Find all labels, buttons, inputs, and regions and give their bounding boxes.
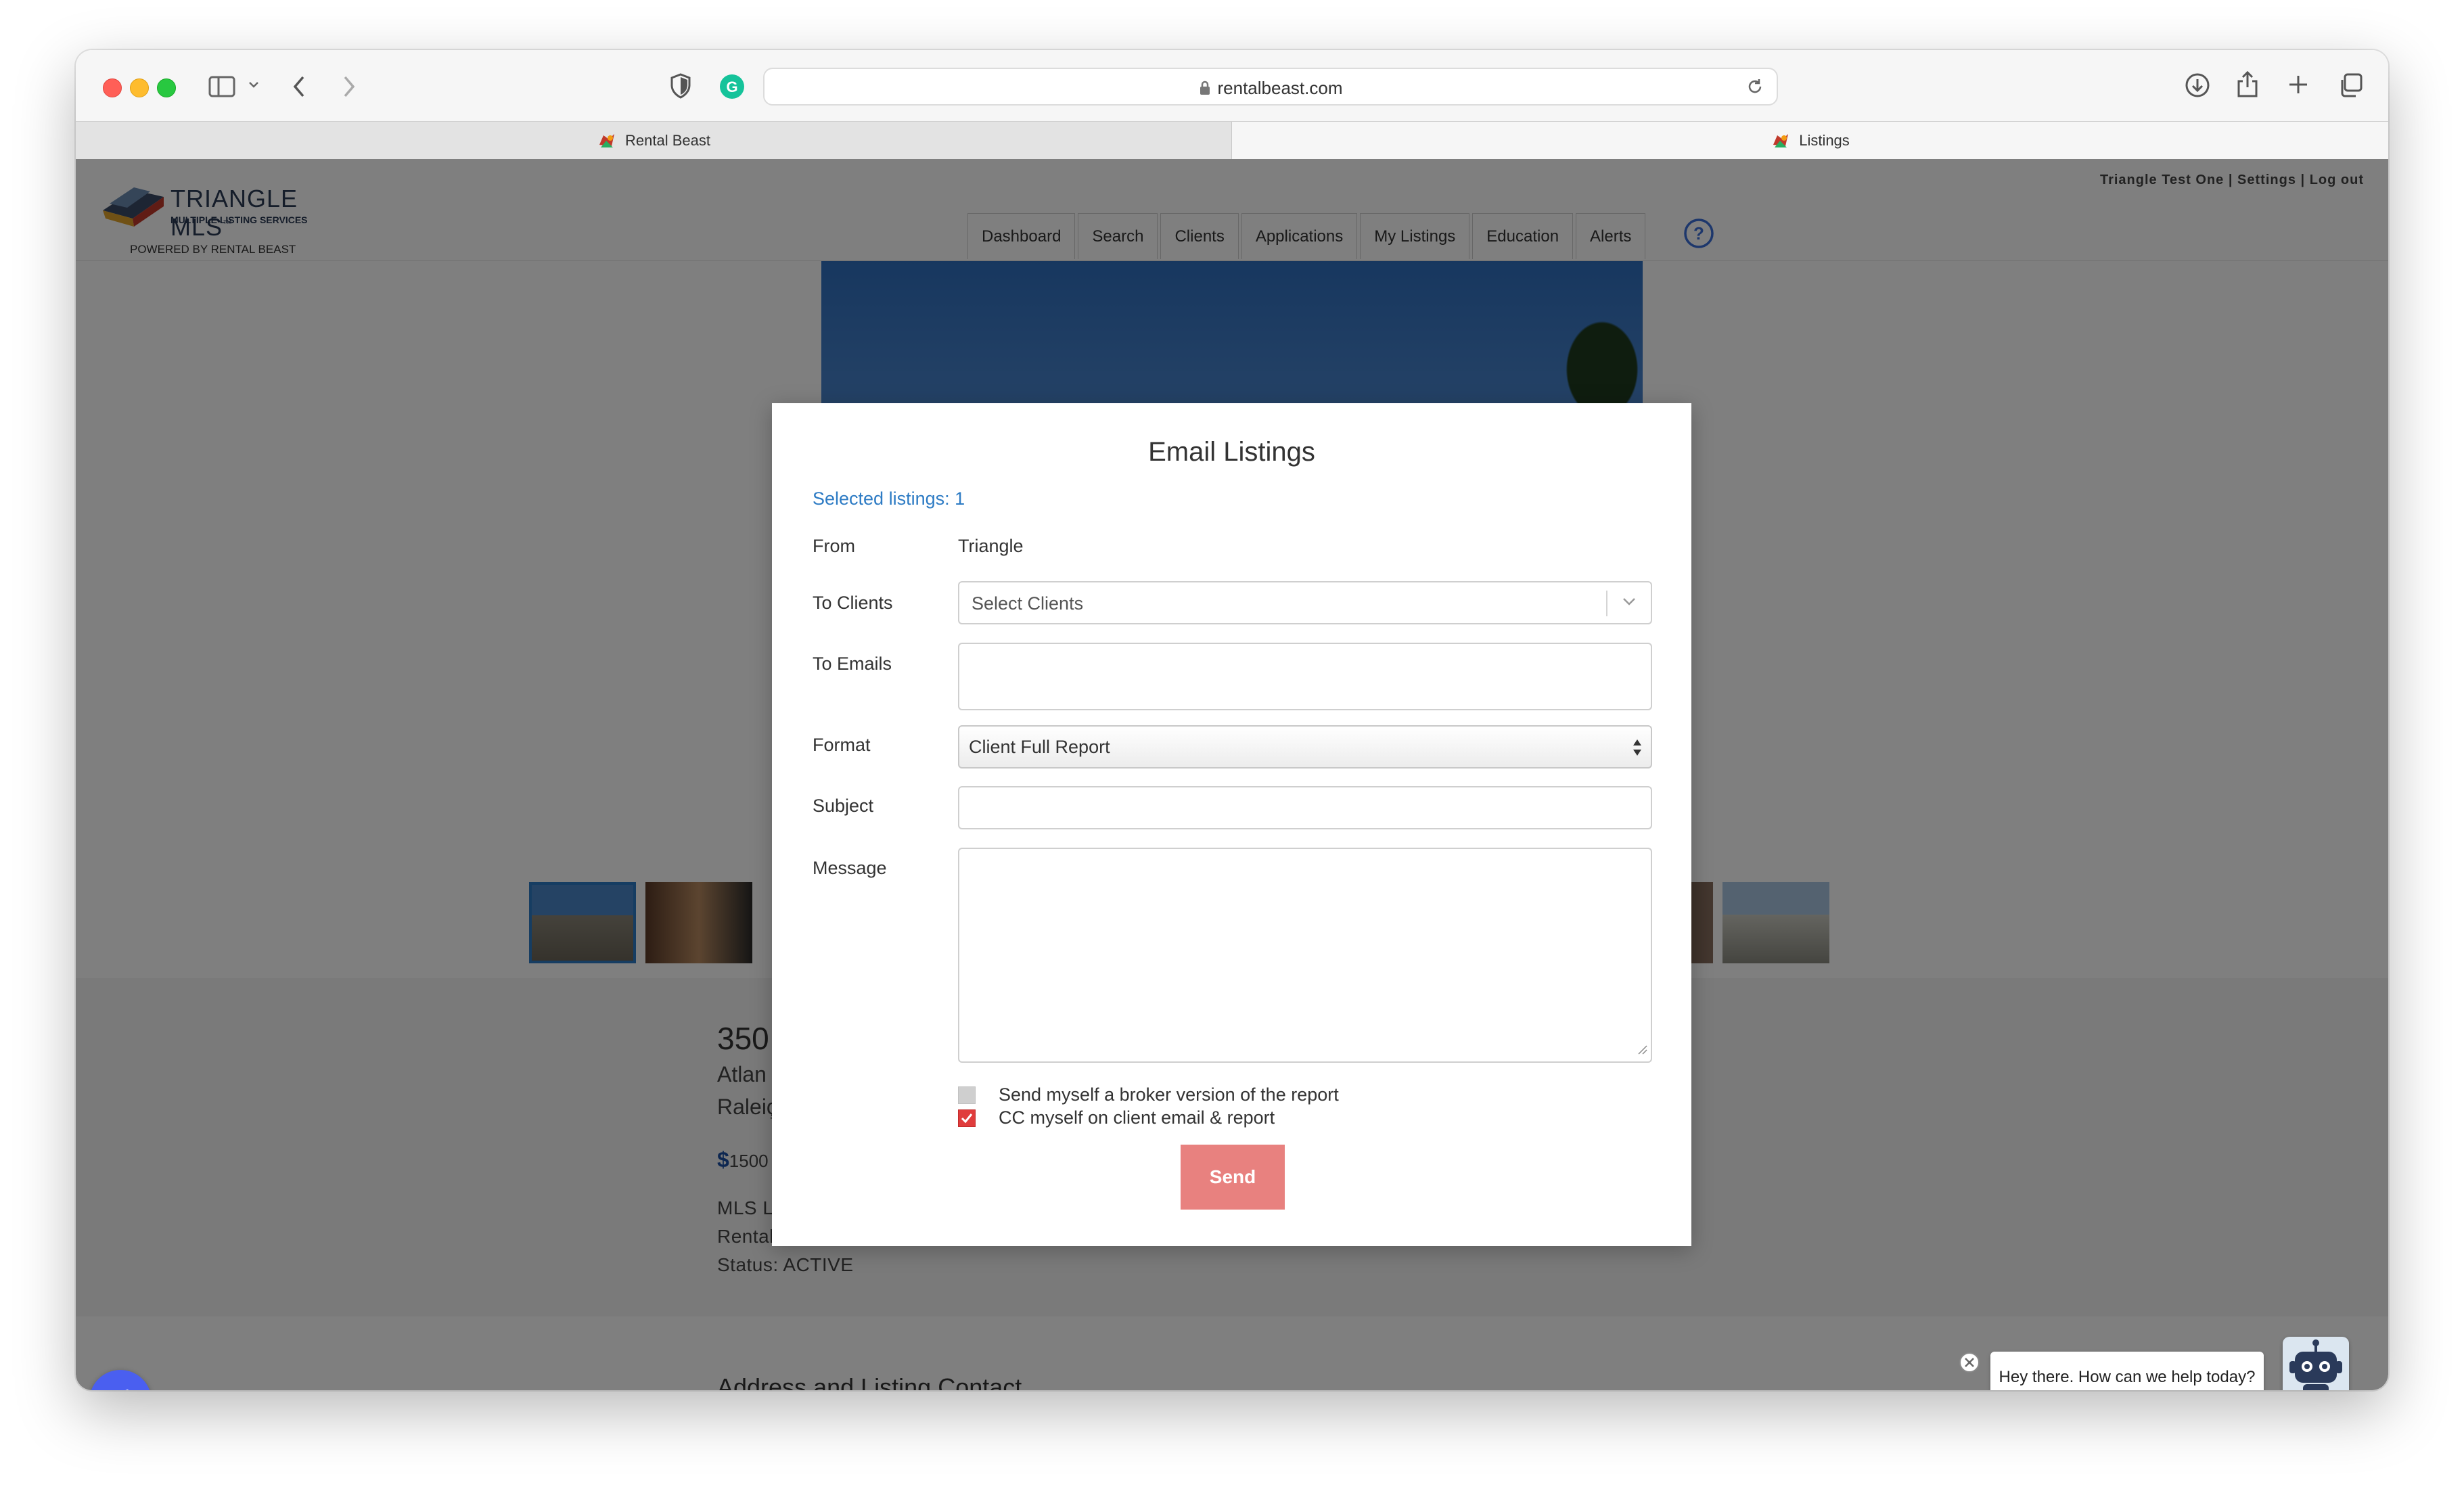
rental-beast-favicon-icon [1771, 131, 1791, 150]
tab-listings[interactable]: Listings [1232, 122, 2388, 160]
rocket-icon [104, 1384, 137, 1390]
to-emails-label: To Emails [813, 653, 892, 674]
from-value: Triangle [958, 536, 1024, 556]
resize-handle-icon[interactable] [1637, 1045, 1648, 1059]
select-separator [1606, 591, 1607, 616]
download-icon[interactable] [2184, 72, 2211, 99]
new-tab-icon[interactable] [2287, 73, 2310, 96]
close-window-button[interactable] [103, 78, 122, 97]
sidebar-toggle-icon[interactable] [208, 74, 235, 99]
close-chat-icon[interactable] [1958, 1351, 1981, 1377]
subject-label: Subject [813, 796, 874, 816]
back-icon[interactable] [291, 74, 309, 99]
tab-label: Rental Beast [625, 132, 710, 149]
subject-input[interactable] [958, 786, 1652, 829]
tab-rental-beast[interactable]: Rental Beast [76, 122, 1232, 160]
tab-bar: Rental Beast Listings [76, 121, 2388, 160]
page-content: TRIANGLE MLS™ MULTIPLE LISTING SERVICES … [76, 159, 2388, 1390]
chat-bot-icon[interactable] [2283, 1337, 2349, 1390]
chat-greeting-bubble[interactable]: Hey there. How can we help today? [1990, 1352, 2264, 1390]
lock-icon [1199, 79, 1211, 100]
message-label: Message [813, 858, 887, 878]
browser-window: G rentalbeast.com Rental Beast Listings … [76, 50, 2388, 1390]
broker-version-checkbox[interactable] [958, 1086, 976, 1104]
browser-toolbar: G rentalbeast.com [76, 50, 2388, 121]
chevron-down-icon[interactable] [1621, 596, 1637, 610]
cc-myself-checkbox[interactable] [958, 1109, 976, 1127]
reload-icon[interactable] [1746, 77, 1764, 99]
forward-icon[interactable] [340, 74, 357, 99]
tab-overview-icon[interactable] [2337, 72, 2364, 99]
from-label: From [813, 536, 855, 556]
send-button[interactable]: Send [1181, 1145, 1285, 1210]
chevron-down-icon[interactable] [248, 80, 260, 89]
broker-version-label: Send myself a broker version of the repo… [999, 1084, 1339, 1105]
to-clients-select[interactable]: Select Clients [958, 581, 1652, 624]
zoom-window-button[interactable] [157, 78, 176, 97]
to-emails-input[interactable] [958, 643, 1652, 710]
share-icon[interactable] [2235, 69, 2260, 99]
message-textarea[interactable] [958, 848, 1652, 1063]
format-select[interactable]: Client Full Report [958, 725, 1652, 769]
minimize-window-button[interactable] [130, 78, 149, 97]
to-clients-label: To Clients [813, 593, 893, 613]
select-updown-icon [1632, 736, 1643, 762]
selected-listings-count[interactable]: Selected listings: 1 [813, 488, 965, 509]
modal-title: Email Listings [1148, 437, 1315, 467]
grammarly-icon[interactable]: G [718, 73, 746, 100]
address-bar[interactable]: rentalbeast.com [763, 68, 1778, 106]
to-clients-placeholder: Select Clients [972, 593, 1084, 614]
tab-label: Listings [1799, 132, 1850, 149]
rental-beast-favicon-icon [597, 131, 617, 150]
shield-icon[interactable] [670, 73, 691, 99]
cc-myself-label: CC myself on client email & report [999, 1107, 1275, 1128]
format-value: Client Full Report [969, 737, 1110, 757]
broker-version-option[interactable]: Send myself a broker version of the repo… [958, 1084, 1339, 1105]
format-label: Format [813, 735, 871, 755]
email-listings-modal: Email Listings Selected listings: 1 From… [772, 403, 1691, 1246]
url-text: rentalbeast.com [1217, 78, 1343, 98]
cc-myself-option[interactable]: CC myself on client email & report [958, 1107, 1275, 1128]
svg-text:G: G [726, 78, 737, 95]
